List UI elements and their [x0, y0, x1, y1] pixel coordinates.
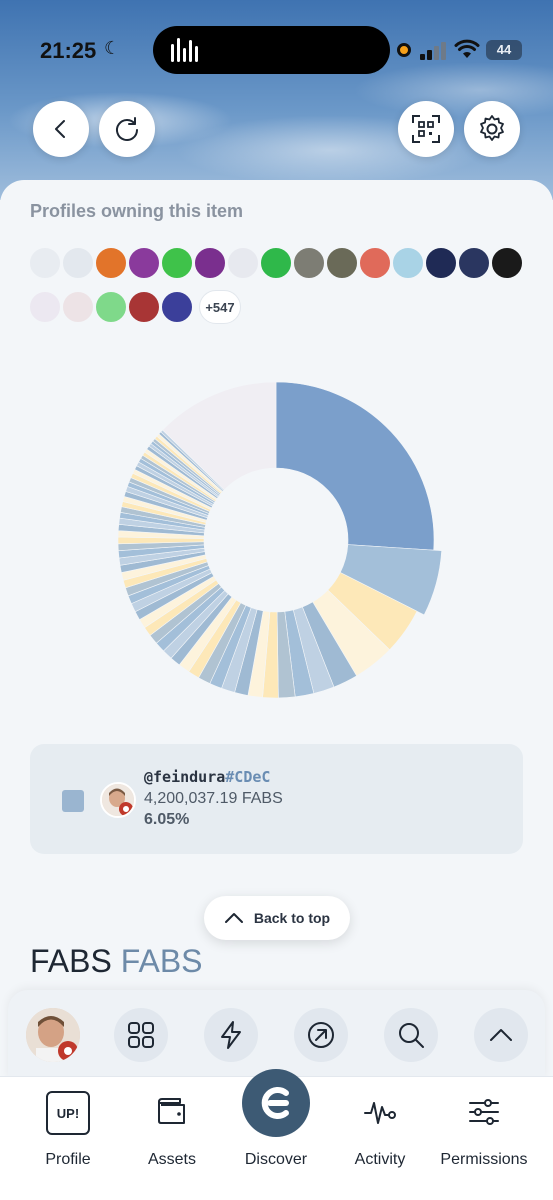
qr-scan-button[interactable] — [398, 101, 454, 157]
tab-profile[interactable]: UP! Profile — [13, 1077, 123, 1200]
discover-logo-icon — [242, 1069, 310, 1137]
tab-profile-label: Profile — [45, 1151, 91, 1168]
search-button[interactable] — [384, 1008, 438, 1062]
owner-avatar[interactable] — [160, 246, 194, 280]
refresh-icon — [116, 117, 138, 141]
owner-avatar[interactable] — [160, 290, 194, 324]
search-icon — [399, 1023, 424, 1048]
owner-avatar[interactable] — [127, 246, 161, 280]
back-to-top-label: Back to top — [253, 910, 331, 926]
status-time: 21:25 — [40, 38, 97, 63]
owner-avatar[interactable] — [325, 246, 359, 280]
owner-avatar[interactable] — [127, 290, 161, 324]
refresh-button[interactable] — [99, 101, 155, 157]
holder-username: @feindura — [144, 768, 226, 786]
tab-activity-label: Activity — [354, 1151, 406, 1168]
sliders-icon — [468, 1097, 500, 1132]
owner-avatar[interactable] — [28, 290, 62, 324]
owners-section-title: Profiles owning this item — [30, 201, 244, 221]
quick-action-bar — [8, 990, 545, 1080]
tab-permissions[interactable]: Permissions — [429, 1077, 539, 1200]
chevron-left-icon — [55, 120, 65, 138]
donut-slice[interactable] — [275, 381, 435, 551]
more-owners-badge[interactable]: +547 — [199, 290, 241, 324]
settings-button[interactable] — [464, 101, 520, 157]
lightning-button[interactable] — [204, 1008, 258, 1062]
holder-card[interactable]: @feindura#CDeC 4,200,037.19 FABS 6.05% — [30, 744, 523, 854]
dynamic-island — [153, 26, 390, 74]
qr-scan-icon — [412, 115, 440, 143]
holder-percent: 6.05% — [144, 811, 190, 828]
expand-button[interactable] — [474, 1008, 528, 1062]
chevron-up-icon — [224, 913, 243, 923]
owner-avatar[interactable] — [61, 246, 95, 280]
lightning-icon — [221, 1021, 241, 1049]
status-bar: 21:25 ☾ 44 — [0, 0, 553, 100]
up-badge-icon: UP! — [46, 1091, 90, 1135]
back-button[interactable] — [33, 101, 89, 157]
wifi-icon — [454, 38, 480, 60]
tab-activity[interactable]: Activity — [325, 1077, 435, 1200]
owner-avatar[interactable] — [61, 290, 95, 324]
tab-bar: UP! Profile Assets Discover Activity Per… — [0, 1069, 553, 1200]
tab-permissions-label: Permissions — [440, 1151, 528, 1168]
tab-discover-label: Discover — [244, 1151, 308, 1168]
moon-icon: ☾ — [104, 38, 121, 58]
holder-avatar — [100, 782, 136, 818]
owner-avatar[interactable] — [424, 246, 458, 280]
holder-tag: #CDeC — [225, 768, 271, 786]
audio-bars-icon — [171, 38, 199, 62]
signal-icon — [420, 40, 450, 60]
chevron-up-icon — [490, 1029, 512, 1041]
owner-avatar[interactable] — [490, 246, 524, 280]
back-to-top-button[interactable]: Back to top — [204, 896, 350, 940]
token-name: FABS — [30, 943, 112, 979]
owner-avatar[interactable] — [391, 246, 425, 280]
owner-avatar[interactable] — [292, 246, 326, 280]
holder-name: @feindura#CDeC — [144, 768, 270, 786]
arrow-up-right-icon — [308, 1022, 334, 1048]
token-symbol: FABS — [120, 943, 203, 979]
owner-avatar[interactable] — [457, 246, 491, 280]
my-profile-avatar[interactable] — [26, 1008, 80, 1062]
tab-discover[interactable]: Discover — [221, 1069, 331, 1200]
holder-color-swatch — [62, 790, 84, 812]
owner-avatar[interactable] — [28, 246, 62, 280]
owner-avatar[interactable] — [94, 290, 128, 324]
owner-avatar[interactable] — [94, 246, 128, 280]
gear-icon — [480, 115, 504, 141]
grid-icon — [128, 1022, 154, 1048]
wallet-icon — [156, 1097, 188, 1130]
tab-assets[interactable]: Assets — [117, 1077, 227, 1200]
owner-avatar[interactable] — [226, 246, 260, 280]
pulse-icon — [363, 1097, 397, 1132]
recording-dot-icon — [397, 43, 411, 57]
grid-button[interactable] — [114, 1008, 168, 1062]
owner-avatar[interactable] — [358, 246, 392, 280]
open-link-button[interactable] — [294, 1008, 348, 1062]
holder-amount: 4,200,037.19 FABS — [144, 790, 283, 807]
ownership-donut-chart — [117, 381, 442, 699]
owner-avatar[interactable] — [193, 246, 227, 280]
tab-assets-label: Assets — [147, 1151, 196, 1168]
token-title: FABS FABS — [30, 943, 203, 980]
battery-indicator: 44 — [486, 40, 522, 60]
owner-avatar[interactable] — [259, 246, 293, 280]
